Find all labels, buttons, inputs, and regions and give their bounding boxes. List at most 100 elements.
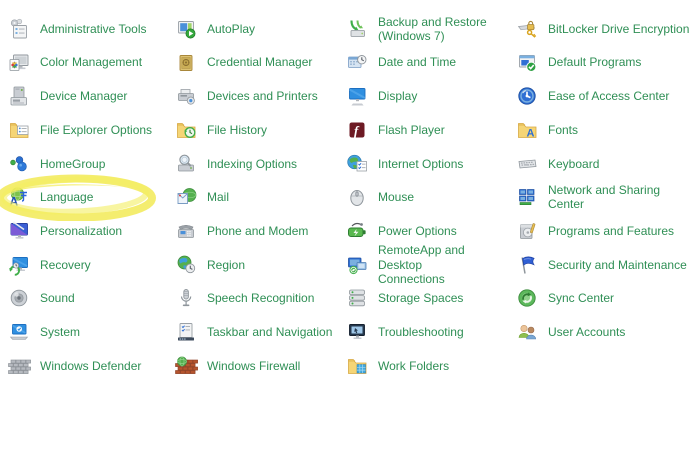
control-panel-item-administrative-tools[interactable]: Administrative Tools [2, 12, 169, 46]
date-time-icon [345, 51, 369, 75]
control-panel-item-date-and-time[interactable]: Date and Time [340, 46, 510, 80]
programs-features-icon [515, 219, 539, 243]
control-panel-item-sound[interactable]: Sound [2, 282, 169, 316]
control-panel-item-indexing-options[interactable]: Indexing Options [169, 147, 340, 181]
item-label: Personalization [40, 223, 123, 238]
item-label: Keyboard [548, 156, 600, 171]
backup-restore-icon [345, 17, 369, 41]
item-label: BitLocker Drive Encryption [548, 21, 690, 36]
user-accounts-icon [515, 320, 539, 344]
item-label: Ease of Access Center [548, 89, 670, 104]
recovery-icon [7, 253, 31, 277]
control-panel-item-programs-and-features[interactable]: Programs and Features [510, 214, 700, 248]
control-panel-item-storage-spaces[interactable]: Storage Spaces [340, 282, 510, 316]
item-label: File Explorer Options [40, 122, 153, 137]
control-panel-item-network-and-sharing[interactable]: Network and Sharing Center [510, 180, 700, 214]
display-icon [345, 84, 369, 108]
control-panel-item-system[interactable]: System [2, 315, 169, 349]
control-panel-item-color-management[interactable]: Color Management [2, 46, 169, 80]
control-panel-item-security-and-maintenance[interactable]: Security and Maintenance [510, 248, 700, 282]
control-panel-item-internet-options[interactable]: Internet Options [340, 147, 510, 181]
devices-printers-icon [174, 84, 198, 108]
control-panel-item-mail[interactable]: Mail [169, 180, 340, 214]
control-panel-item-device-manager[interactable]: Device Manager [2, 79, 169, 113]
control-panel-item-taskbar-and-navigation[interactable]: Taskbar and Navigation [169, 315, 340, 349]
item-label: Programs and Features [548, 223, 675, 238]
control-panel-item-phone-and-modem[interactable]: Phone and Modem [169, 214, 340, 248]
control-panel-item-sync-center[interactable]: Sync Center [510, 282, 700, 316]
item-label: Region [207, 257, 246, 272]
power-options-icon [345, 219, 369, 243]
control-panel-item-keyboard[interactable]: Keyboard [510, 147, 700, 181]
item-label: HomeGroup [40, 156, 106, 171]
indexing-options-icon [174, 152, 198, 176]
item-label: Device Manager [40, 89, 128, 104]
control-panel-item-ease-of-access-center[interactable]: Ease of Access Center [510, 79, 700, 113]
control-panel-item-troubleshooting[interactable]: Troubleshooting [340, 315, 510, 349]
control-panel-item-display[interactable]: Display [340, 79, 510, 113]
control-panel-item-flash-player[interactable]: f Flash Player [340, 113, 510, 147]
control-panel-item-default-programs[interactable]: Default Programs [510, 46, 700, 80]
control-panel-item-windows-firewall[interactable]: Windows Firewall [169, 349, 340, 383]
speech-recognition-icon [174, 286, 198, 310]
control-panel-item-fonts[interactable]: A Fonts [510, 113, 700, 147]
item-label: Sync Center [548, 291, 615, 306]
bitlocker-icon [515, 17, 539, 41]
item-label: Speech Recognition [207, 291, 315, 306]
control-panel-item-mouse[interactable]: Mouse [340, 180, 510, 214]
item-label: Language [40, 190, 94, 205]
item-label: Administrative Tools [40, 21, 147, 36]
item-label: Date and Time [378, 55, 457, 70]
item-label: Mail [207, 190, 230, 205]
svg-text:A: A [527, 127, 535, 139]
item-label: Devices and Printers [207, 89, 318, 104]
item-label: User Accounts [548, 324, 626, 339]
item-label: Sound [40, 291, 75, 306]
control-panel-item-remoteapp-and-desktop[interactable]: RemoteApp and Desktop Connections [340, 243, 510, 286]
system-icon [7, 320, 31, 344]
region-icon [174, 253, 198, 277]
device-manager-icon [7, 84, 31, 108]
control-panel-item-autoplay[interactable]: AutoPlay [169, 12, 340, 46]
control-panel-item-devices-and-printers[interactable]: Devices and Printers [169, 79, 340, 113]
item-label: Storage Spaces [378, 291, 464, 306]
item-label: Network and Sharing Center [548, 183, 661, 212]
taskbar-navigation-icon [174, 320, 198, 344]
sound-icon [7, 286, 31, 310]
phone-modem-icon [174, 219, 198, 243]
item-label: System [40, 324, 81, 339]
autoplay-icon [174, 17, 198, 41]
item-label: Flash Player [378, 122, 445, 137]
item-label: RemoteApp and Desktop Connections [378, 243, 465, 286]
control-panel-item-speech-recognition[interactable]: Speech Recognition [169, 282, 340, 316]
control-panel-item-recovery[interactable]: Recovery [2, 248, 169, 282]
work-folders-icon [345, 354, 369, 378]
control-panel-item-user-accounts[interactable]: User Accounts [510, 315, 700, 349]
control-panel-item-region[interactable]: Region [169, 248, 340, 282]
color-management-icon [7, 51, 31, 75]
control-panel-item-homegroup[interactable]: HomeGroup [2, 147, 169, 181]
internet-options-icon [345, 152, 369, 176]
control-panel-item-file-explorer-options[interactable]: File Explorer Options [2, 113, 169, 147]
item-label: Work Folders [378, 358, 450, 373]
control-panel-item-work-folders[interactable]: Work Folders [340, 349, 510, 383]
control-panel-item-windows-defender[interactable]: Windows Defender [2, 349, 169, 383]
control-panel-item-language[interactable]: A Language [0, 174, 169, 222]
item-label: Phone and Modem [207, 223, 309, 238]
control-panel-item-file-history[interactable]: File History [169, 113, 340, 147]
control-panel-item-personalization[interactable]: Personalization [2, 214, 169, 248]
item-label: Windows Firewall [207, 358, 301, 373]
admin-tools-icon [7, 17, 31, 41]
security-maintenance-icon [515, 253, 539, 277]
item-label: Backup and Restore (Windows 7) [378, 14, 487, 43]
item-label: Color Management [40, 55, 143, 70]
control-panel-all-items-grid: Administrative Tools AutoPlay Backup and R… [0, 0, 700, 383]
control-panel-item-backup-and-restore[interactable]: Backup and Restore (Windows 7) [340, 12, 510, 46]
item-label: Mouse [378, 190, 415, 205]
control-panel-item-bitlocker-drive-encryption[interactable]: BitLocker Drive Encryption [510, 12, 700, 46]
mail-icon [174, 185, 198, 209]
control-panel-item-credential-manager[interactable]: Credential Manager [169, 46, 340, 80]
homegroup-icon [7, 152, 31, 176]
item-label: File History [207, 122, 268, 137]
language-icon: A [7, 185, 31, 209]
